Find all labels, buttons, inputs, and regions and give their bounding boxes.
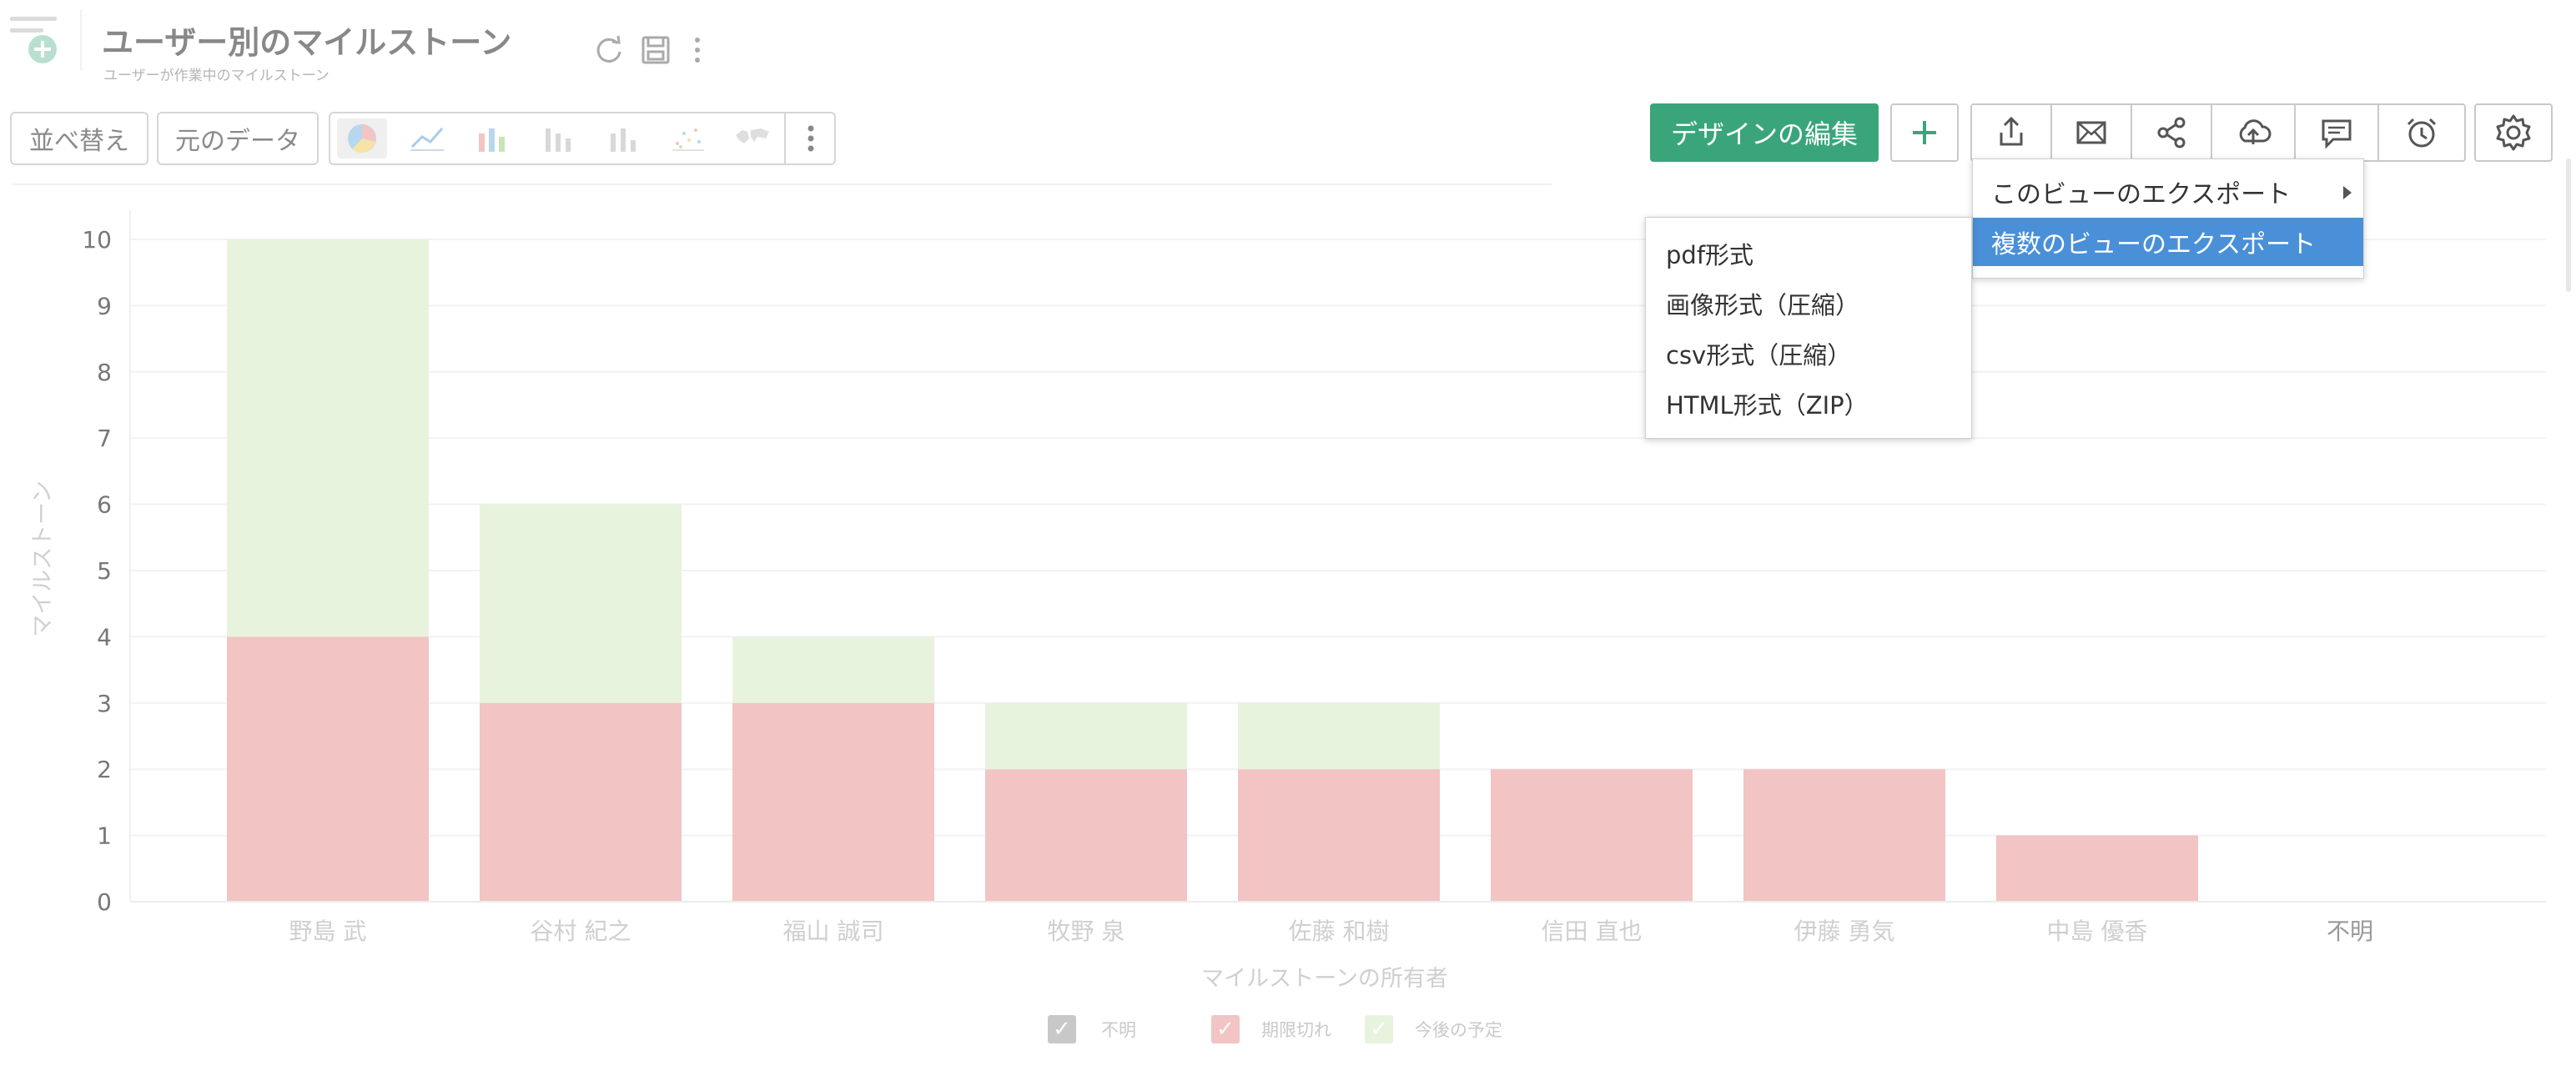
bar-segment-upcoming[interactable] — [480, 504, 682, 703]
y-axis-label: マイルストーン — [30, 480, 56, 637]
menu-item-image-zip[interactable]: 画像形式（圧縮） — [1666, 279, 1859, 328]
checkbox-icon[interactable]: ✓ — [1048, 1015, 1076, 1043]
export-format-submenu: pdf形式 画像形式（圧縮） csv形式（圧縮） HTML形式（ZIP） — [1645, 217, 1972, 439]
menu-item-csv-zip[interactable]: csv形式（圧縮） — [1666, 329, 1851, 378]
legend-label: 今後の予定 — [1415, 1020, 1502, 1040]
menu-item-label: このビューのエクスポート — [1991, 180, 2292, 209]
column-chart-icon[interactable] — [597, 118, 647, 158]
legend-item-upcoming[interactable]: ✓ 今後の予定 — [1365, 1013, 1502, 1046]
x-tick-label: 谷村 紀之 — [531, 918, 631, 945]
bar-segment-overdue[interactable] — [1238, 769, 1440, 902]
bar-chart-icon[interactable] — [467, 118, 517, 158]
y-tick-label: 8 — [97, 359, 112, 386]
menu-item-export-this-view[interactable]: このビューのエクスポート — [1973, 168, 2363, 216]
x-tick-label: 中島 優香 — [2047, 918, 2148, 945]
x-axis-label: マイルストーンの所有者 — [1201, 966, 1448, 992]
bar-segment-overdue[interactable] — [480, 702, 682, 902]
menu-item-label: 複数のビューのエクスポート — [1991, 230, 2317, 259]
y-tick-label: 1 — [97, 822, 112, 850]
legend-item-unknown[interactable]: ✓ 不明 — [1048, 1013, 1136, 1046]
sort-button[interactable]: 並べ替え — [10, 112, 148, 165]
y-tick-label: 0 — [97, 888, 112, 916]
page-title: ユーザー別のマイルストーン — [102, 24, 512, 61]
x-tick-label: 野島 武 — [289, 918, 367, 945]
bar-segment-upcoming[interactable] — [732, 636, 934, 703]
cloud-upload-icon[interactable] — [2212, 105, 2296, 160]
bar-segment-overdue[interactable] — [1743, 769, 1945, 902]
more-vertical-icon[interactable] — [786, 118, 836, 158]
legend-label: 不明 — [1101, 1020, 1136, 1040]
bar-segment-upcoming[interactable] — [985, 702, 1187, 770]
plus-icon[interactable] — [1890, 103, 1959, 162]
stacked-bar-chart-icon[interactable] — [532, 118, 582, 158]
y-tick-label: 3 — [97, 690, 112, 717]
legend-item-overdue[interactable]: ✓ 期限切れ — [1211, 1013, 1331, 1046]
bar-segment-overdue[interactable] — [227, 636, 429, 902]
checkbox-icon[interactable]: ✓ — [1211, 1015, 1240, 1043]
scatter-chart-icon[interactable] — [662, 118, 712, 158]
bar-segment-overdue[interactable] — [1996, 835, 2198, 902]
gear-icon[interactable] — [2474, 103, 2553, 162]
toolbar-divider — [12, 184, 1552, 185]
menu-item-pdf[interactable]: pdf形式 — [1666, 229, 1753, 278]
checkbox-icon[interactable]: ✓ — [1365, 1015, 1393, 1043]
y-tick-label: 4 — [97, 623, 112, 651]
menu-item-html-zip[interactable]: HTML形式（ZIP） — [1666, 380, 1869, 428]
map-chart-icon[interactable] — [727, 118, 777, 158]
y-tick-label: 2 — [97, 756, 112, 783]
comment-icon[interactable] — [2296, 105, 2379, 160]
pie-chart-icon[interactable] — [337, 118, 387, 158]
bar-segment-overdue[interactable] — [1491, 769, 1693, 902]
x-tick-label: 福山 誠司 — [783, 918, 884, 945]
x-tick-label: 不明 — [2327, 918, 2373, 945]
y-tick-label: 10 — [82, 226, 112, 254]
line-chart-icon[interactable] — [402, 118, 452, 158]
edit-design-button[interactable]: デザインの編集 — [1650, 103, 1879, 162]
caret-right-icon — [2343, 186, 2352, 199]
action-icon-group — [1970, 103, 2466, 162]
app-menu-icon[interactable] — [10, 12, 62, 63]
mail-icon[interactable] — [2052, 105, 2132, 160]
share-icon[interactable] — [2132, 105, 2212, 160]
y-tick-label: 7 — [97, 425, 112, 452]
x-tick-label: 信田 直也 — [1542, 918, 1643, 945]
bar-segment-upcoming[interactable] — [227, 239, 429, 637]
x-tick-label: 佐藤 和樹 — [1289, 918, 1390, 945]
bar-segment-upcoming[interactable] — [1238, 702, 1440, 770]
header-divider — [80, 10, 82, 70]
stacked-bar-chart: 0 1 2 3 4 5 6 7 8 9 10 野島 武 谷村 紀之 福山 誠司 牧野 泉 佐藤 和樹 信田 直也… — [30, 209, 2546, 992]
chart-type-switcher — [329, 112, 836, 165]
export-menu: このビューのエクスポート 複数のビューのエクスポート — [1972, 158, 2364, 279]
more-vertical-icon[interactable] — [681, 33, 714, 70]
y-tick-label: 6 — [97, 491, 112, 519]
save-icon[interactable] — [639, 33, 672, 70]
raw-data-button[interactable]: 元のデータ — [157, 112, 319, 165]
x-tick-label: 伊藤 勇気 — [1794, 918, 1895, 945]
x-tick-label: 牧野 泉 — [1048, 918, 1125, 945]
alarm-icon[interactable] — [2379, 105, 2464, 160]
export-icon[interactable] — [1972, 105, 2052, 160]
menu-item-export-multiple-views[interactable]: 複数のビューのエクスポート — [1973, 218, 2363, 266]
y-tick-label: 5 — [97, 557, 112, 585]
bar-segment-overdue[interactable] — [985, 769, 1187, 902]
y-tick-label: 9 — [97, 292, 112, 319]
bar-segment-overdue[interactable] — [732, 702, 934, 902]
legend-label: 期限切れ — [1261, 1020, 1331, 1040]
refresh-icon[interactable] — [592, 33, 626, 70]
page-subtitle: ユーザーが作業中のマイルストーン — [103, 68, 330, 84]
